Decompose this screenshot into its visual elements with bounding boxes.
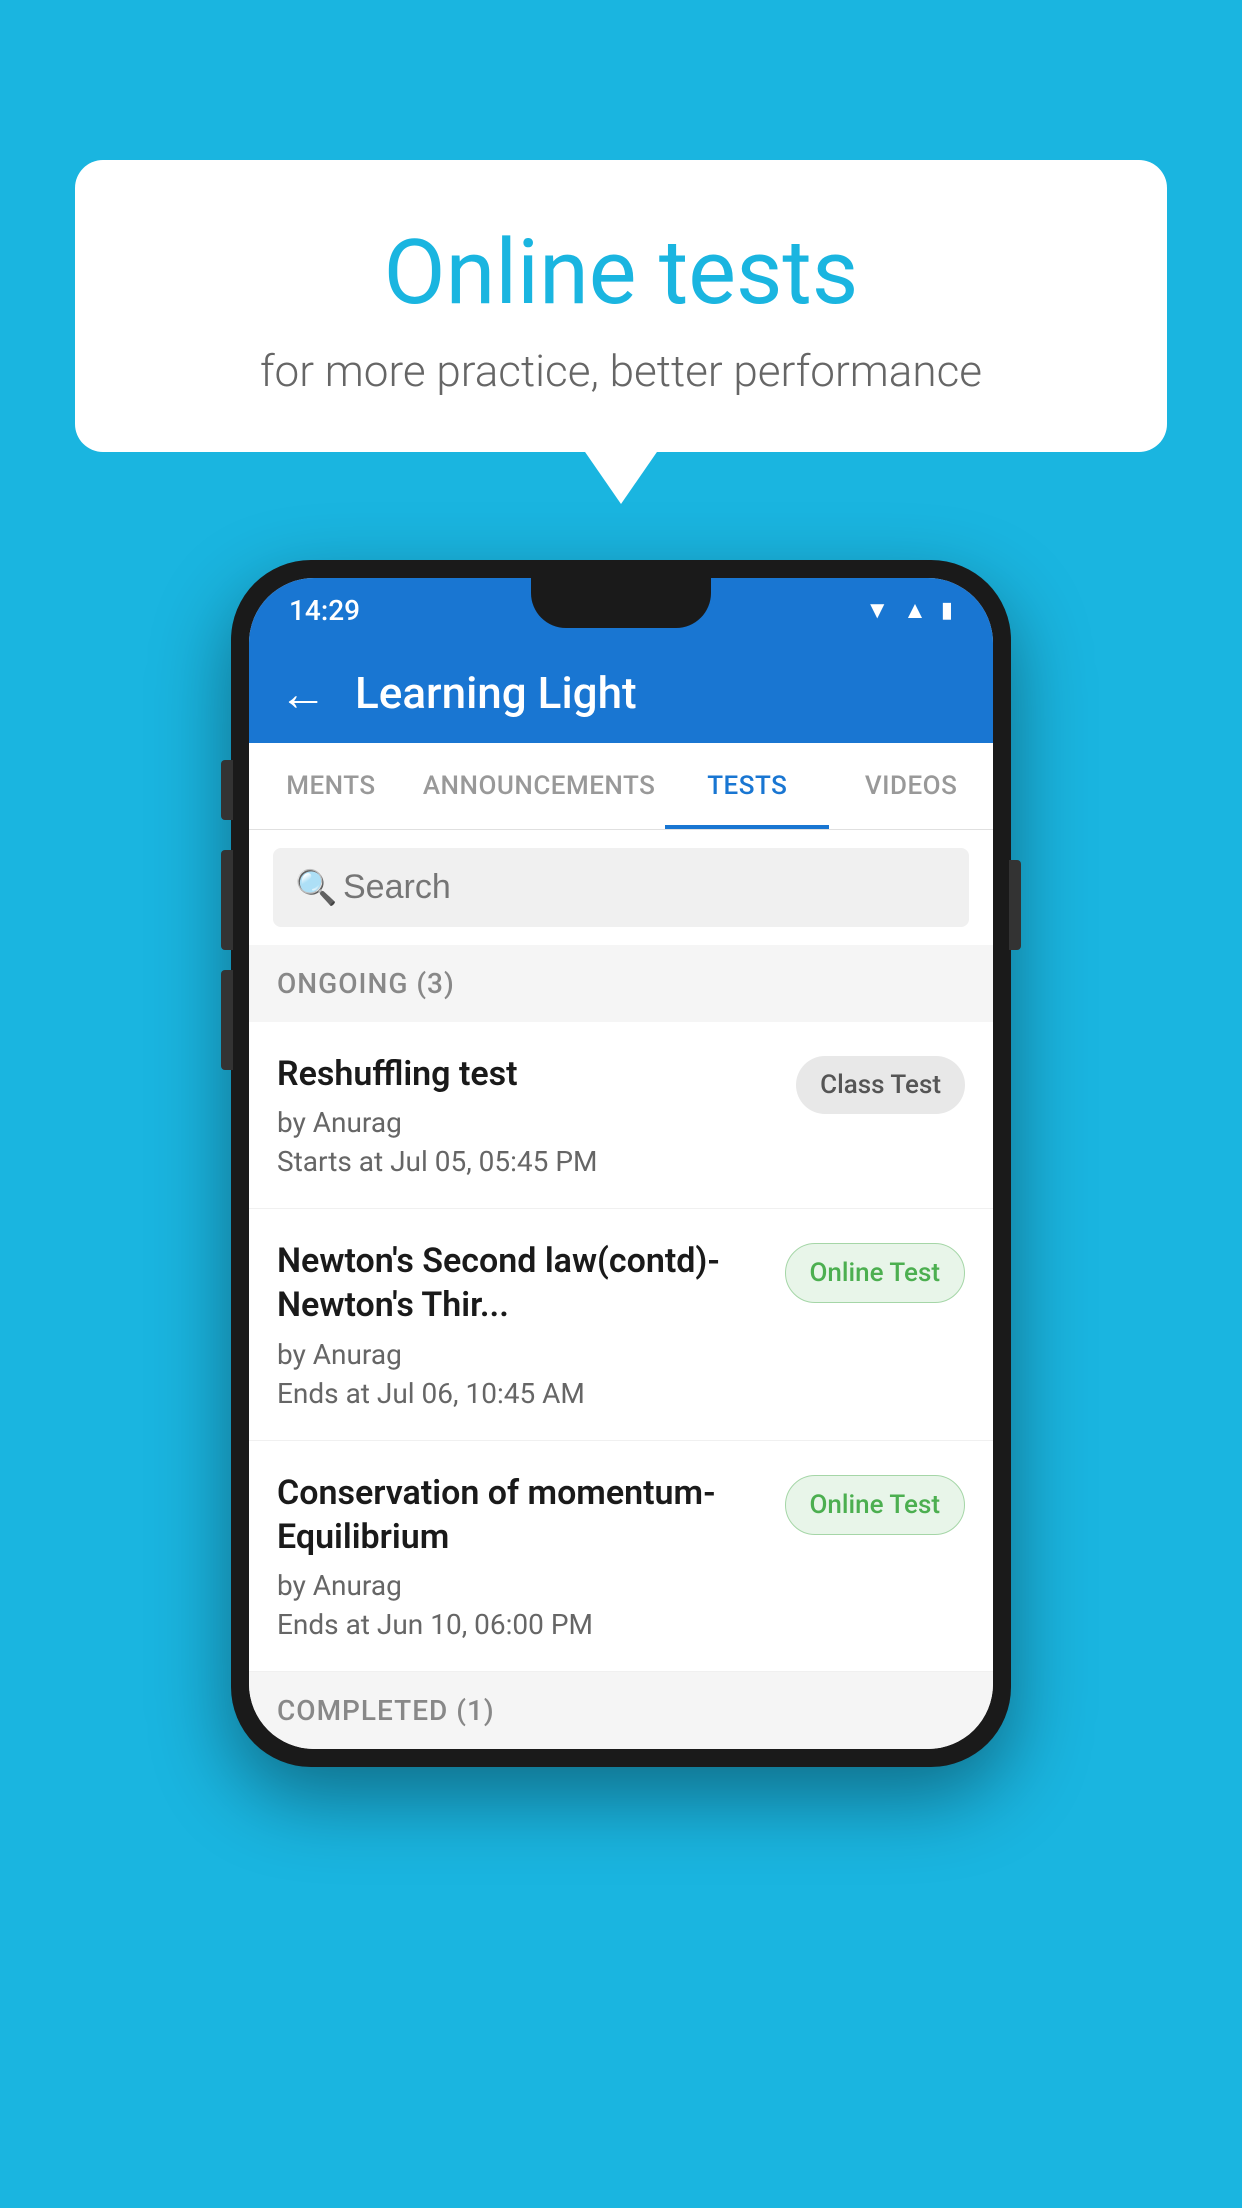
test-time-2: Ends at Jul 06, 10:45 AM — [277, 1377, 765, 1410]
phone-mockup: 14:29 ▼ ▲ ▮ ← Learning Light MENTS — [231, 560, 1011, 1767]
battery-icon: ▮ — [941, 598, 953, 623]
test-author-1: by Anurag — [277, 1106, 776, 1139]
phone-screen: 14:29 ▼ ▲ ▮ ← Learning Light MENTS — [249, 578, 993, 1749]
test-name-3: Conservation of momentum-Equilibrium — [277, 1471, 765, 1559]
bubble-title: Online tests — [145, 220, 1097, 325]
signal-icon: ▲ — [903, 596, 927, 625]
wifi-icon: ▼ — [865, 596, 889, 625]
tab-tests[interactable]: TESTS — [665, 743, 829, 829]
back-button[interactable]: ← — [279, 665, 327, 722]
search-icon: 🔍 — [295, 868, 337, 908]
test-badge-3: Online Test — [785, 1475, 966, 1535]
test-item-1[interactable]: Reshuffling test by Anurag Starts at Jul… — [249, 1022, 993, 1209]
test-info-3: Conservation of momentum-Equilibrium by … — [277, 1471, 765, 1641]
ongoing-section-header: ONGOING (3) — [249, 945, 993, 1022]
test-author-3: by Anurag — [277, 1569, 765, 1602]
completed-section-header: COMPLETED (1) — [249, 1672, 993, 1749]
test-info-1: Reshuffling test by Anurag Starts at Jul… — [277, 1052, 776, 1178]
tab-videos[interactable]: VIDEOS — [829, 743, 993, 829]
search-container: 🔍 — [249, 830, 993, 945]
test-list: Reshuffling test by Anurag Starts at Jul… — [249, 1022, 993, 1672]
phone-frame: 14:29 ▼ ▲ ▮ ← Learning Light MENTS — [231, 560, 1011, 1767]
app-header: ← Learning Light — [249, 643, 993, 743]
test-time-1: Starts at Jul 05, 05:45 PM — [277, 1145, 776, 1178]
search-wrapper: 🔍 — [273, 848, 969, 927]
power-button — [1009, 860, 1021, 950]
volume-up-button — [221, 850, 233, 950]
bubble-subtitle: for more practice, better performance — [145, 345, 1097, 397]
test-time-3: Ends at Jun 10, 06:00 PM — [277, 1608, 765, 1641]
test-info-2: Newton's Second law(contd)-Newton's Thir… — [277, 1239, 765, 1409]
test-name-1: Reshuffling test — [277, 1052, 776, 1096]
status-time: 14:29 — [289, 594, 360, 627]
search-input[interactable] — [273, 848, 969, 927]
speech-bubble: Online tests for more practice, better p… — [75, 160, 1167, 452]
tabs-bar: MENTS ANNOUNCEMENTS TESTS VIDEOS — [249, 743, 993, 830]
test-badge-2: Online Test — [785, 1243, 966, 1303]
test-item-3[interactable]: Conservation of momentum-Equilibrium by … — [249, 1441, 993, 1672]
app-title: Learning Light — [355, 667, 637, 719]
tab-ments[interactable]: MENTS — [249, 743, 413, 829]
test-item-2[interactable]: Newton's Second law(contd)-Newton's Thir… — [249, 1209, 993, 1440]
volume-down-button — [221, 970, 233, 1070]
test-name-2: Newton's Second law(contd)-Newton's Thir… — [277, 1239, 765, 1327]
test-badge-1: Class Test — [796, 1056, 965, 1114]
test-author-2: by Anurag — [277, 1338, 765, 1371]
status-icons: ▼ ▲ ▮ — [865, 596, 953, 625]
volume-silent-button — [221, 760, 233, 820]
tab-announcements[interactable]: ANNOUNCEMENTS — [413, 743, 666, 829]
